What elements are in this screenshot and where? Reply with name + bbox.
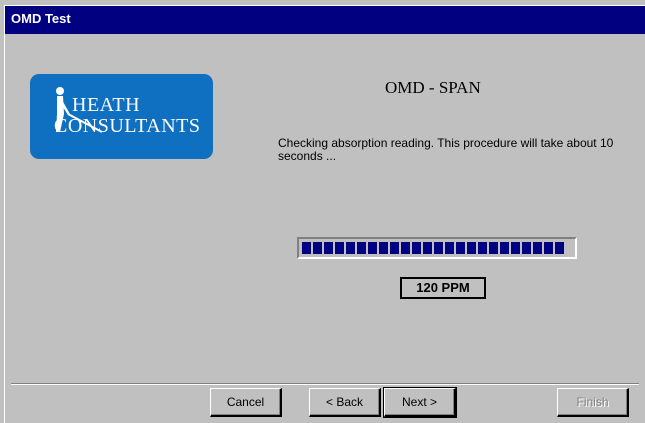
window-title: OMD Test	[11, 11, 71, 26]
heath-consultants-logo: HEATH CONSULTANTS	[30, 74, 213, 159]
ppm-reading: 120 PPM	[400, 277, 486, 299]
next-button[interactable]: Next >	[383, 387, 457, 418]
logo-line-1: HEATH	[72, 94, 141, 116]
back-button[interactable]: < Back	[309, 388, 381, 417]
title-bar[interactable]: OMD Test	[5, 6, 645, 34]
progress-fill	[302, 242, 564, 254]
finish-button[interactable]: Finish	[557, 388, 629, 417]
logo-line-2: CONSULTANTS	[54, 115, 201, 137]
button-separator	[11, 383, 639, 385]
cancel-button[interactable]: Cancel	[210, 388, 282, 417]
omd-test-dialog: OMD Test HEATH CONSULTANTS OMD - SPAN Ch…	[4, 5, 645, 423]
progress-bar	[297, 237, 577, 259]
page-heading: OMD - SPAN	[385, 78, 481, 97]
status-message: Checking absorption reading. This proced…	[278, 136, 614, 163]
